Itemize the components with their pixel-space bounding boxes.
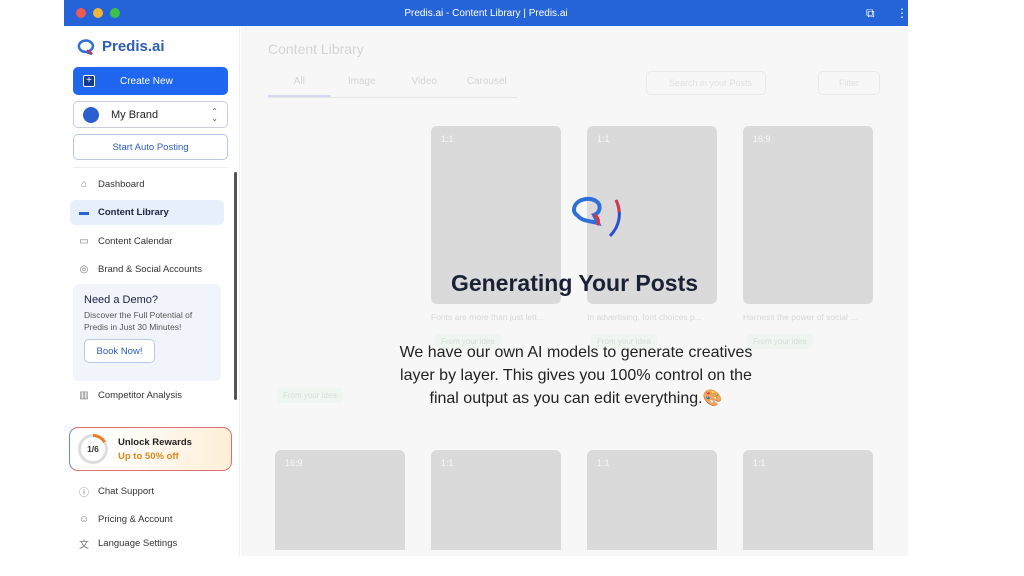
nav-content-calendar[interactable]: ▭ Content Calendar [70,230,224,252]
progress-text: 1/6 [81,437,105,461]
title-bar: Predis.ai - Content Library | Predis.ai … [64,0,908,26]
nav-label: Content Library [98,207,169,218]
sidebar: Predis.ai + Create New My Brand ⌃ ⌄ Start A… [64,26,240,556]
nav-label: Pricing & Account [98,513,173,525]
nav-pricing-account[interactable]: ☺ Pricing & Account [70,508,224,530]
nav-dashboard[interactable]: ⌂ Dashboard [70,173,224,195]
unlock-rewards-card[interactable]: 1/6 Unlock Rewards Up to 50% off [69,427,232,471]
nav-label: Language Settings [98,537,178,549]
start-auto-posting-button[interactable]: Start Auto Posting [73,134,228,160]
nav-label: Dashboard [98,178,145,190]
sidebar-scrollbar[interactable] [234,172,237,400]
user-circle-icon: ☺ [78,513,90,525]
browser-window: Predis.ai - Content Library | Predis.ai … [64,0,908,556]
nav-language-settings[interactable]: 文 Language Settings [70,532,224,554]
calendar-icon: ▭ [79,235,89,247]
target-icon: ◎ [79,263,89,275]
rewards-subtitle: Up to 50% off [118,450,179,462]
nav-label: Competitor Analysis [98,389,182,401]
divider [73,167,228,168]
book-now-button[interactable]: Book Now! [84,339,155,363]
nav-chat-support[interactable]: ⓘ Chat Support [70,480,224,502]
demo-card: Need a Demo? Discover the Full Potential… [73,284,221,381]
generating-title: Generating Your Posts [450,270,699,296]
create-new-label: Create New [120,75,173,87]
logo[interactable]: Predis.ai [76,38,165,55]
nav-label: Content Calendar [98,235,173,247]
predis-logo-icon [77,38,95,55]
user-avatar-icon [83,106,99,123]
translate-icon: 文 [79,539,89,551]
create-new-button[interactable]: + Create New [73,67,228,95]
nav-competitor-analysis[interactable]: ▥ Competitor Analysis [70,384,224,406]
nav-label: Chat Support [98,485,154,497]
nav-content-library[interactable]: ▬ Content Library [70,200,224,225]
progress-ring: 1/6 [78,434,108,464]
demo-text: Discover the Full Potential of Predis in… [84,310,193,332]
demo-title: Need a Demo? [84,294,158,306]
predis-loader-icon [571,196,621,238]
library-icon: ▬ [79,207,89,218]
generating-overlay: Generating Your Posts We have our own AI… [241,26,908,556]
plus-icon: + [83,75,95,87]
extension-icon[interactable]: ⧉ [866,6,875,21]
nav-brand-social-accounts[interactable]: ◎ Brand & Social Accounts [70,258,224,280]
rewards-title: Unlock Rewards [118,436,192,448]
more-options-icon[interactable]: ⋮ [896,6,908,20]
nav-label: Brand & Social Accounts [98,263,203,275]
brand-selector[interactable]: My Brand ⌃ ⌄ [73,101,228,128]
home-icon: ⌂ [80,178,88,190]
generating-description: We have our own AI models to generate cr… [399,344,753,407]
brand-name: My Brand [111,108,159,121]
chat-icon: ⓘ [79,487,89,499]
window-title: Predis.ai - Content Library | Predis.ai [404,7,568,19]
chevron-up-down-icon: ⌃ ⌄ [211,106,218,123]
logo-text: Predis.ai [102,38,165,55]
bar-chart-icon: ▥ [79,389,89,401]
